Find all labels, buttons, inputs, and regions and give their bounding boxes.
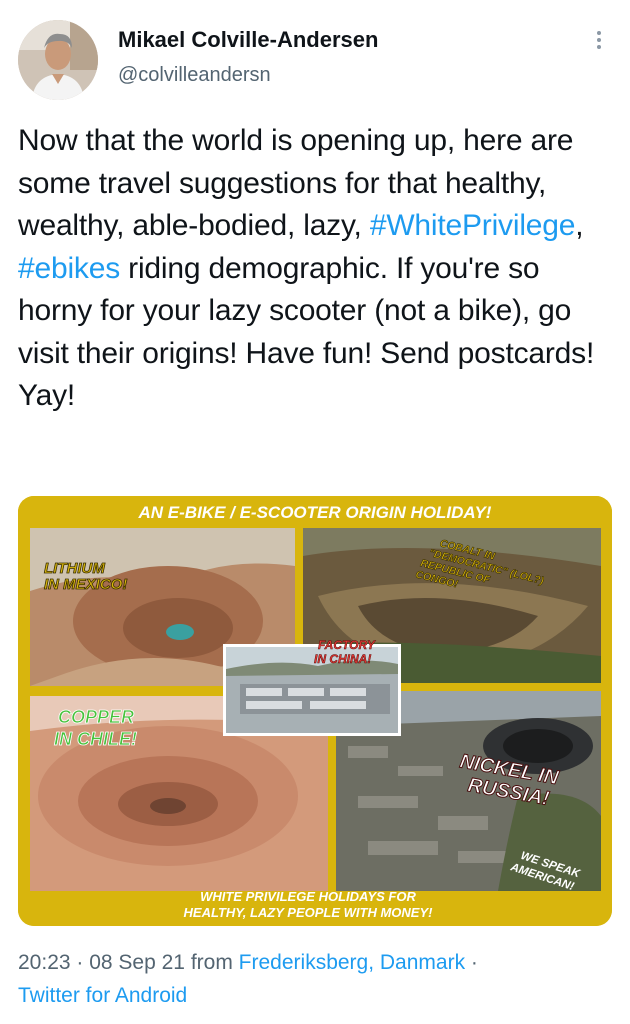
author-avatar[interactable] bbox=[18, 20, 98, 100]
collage-header: AN E-BIKE / E-SCOOTER ORIGIN HOLIDAY! bbox=[138, 503, 492, 522]
caption-copper-1: COPPER bbox=[58, 707, 134, 727]
tweet-location[interactable]: Frederiksberg, Danmark bbox=[239, 951, 465, 974]
tweet-text: Now that the world is opening up, here a… bbox=[18, 120, 613, 418]
caption-factory-1: FACTORY bbox=[318, 638, 376, 652]
media-collage: AN E-BIKE / E-SCOOTER ORIGIN HOLIDAY! LI… bbox=[18, 496, 612, 926]
caption-factory-2: IN CHINA! bbox=[314, 652, 371, 666]
author-display-name[interactable]: Mikael Colville-Andersen bbox=[118, 27, 378, 53]
dot bbox=[597, 45, 601, 49]
tweet-media-image[interactable]: AN E-BIKE / E-SCOOTER ORIGIN HOLIDAY! LI… bbox=[18, 496, 612, 926]
from-label: from bbox=[185, 951, 239, 974]
tweet-time[interactable]: 20:23 bbox=[18, 951, 71, 974]
hashtag-white-privilege[interactable]: #WhitePrivilege bbox=[370, 209, 576, 242]
meta-separator: · bbox=[70, 951, 90, 974]
tweet-text-part: , bbox=[575, 209, 584, 242]
factory-photo bbox=[223, 644, 401, 736]
tweet-source[interactable]: Twitter for Android bbox=[18, 984, 187, 1007]
caption-copper-2: IN CHILE! bbox=[54, 729, 137, 749]
tweet-date[interactable]: 08 Sep 21 bbox=[89, 951, 185, 974]
avatar-photo bbox=[18, 20, 98, 100]
author-handle[interactable]: @colvilleandersn bbox=[118, 64, 271, 87]
caption-lithium-1: LITHIUM bbox=[44, 560, 105, 577]
meta-separator: · bbox=[465, 951, 478, 974]
more-options-icon[interactable] bbox=[588, 28, 610, 58]
caption-lithium-2: IN MEXICO! bbox=[44, 576, 127, 593]
collage-footer-2: HEALTHY, LAZY PEOPLE WITH MONEY! bbox=[184, 905, 434, 920]
collage-footer-1: WHITE PRIVILEGE HOLIDAYS FOR bbox=[200, 889, 416, 904]
dot bbox=[597, 38, 601, 42]
tweet-meta: 20:23 · 08 Sep 21 from Frederiksberg, Da… bbox=[18, 946, 618, 1012]
hashtag-ebikes[interactable]: #ebikes bbox=[18, 252, 120, 285]
dot bbox=[597, 31, 601, 35]
